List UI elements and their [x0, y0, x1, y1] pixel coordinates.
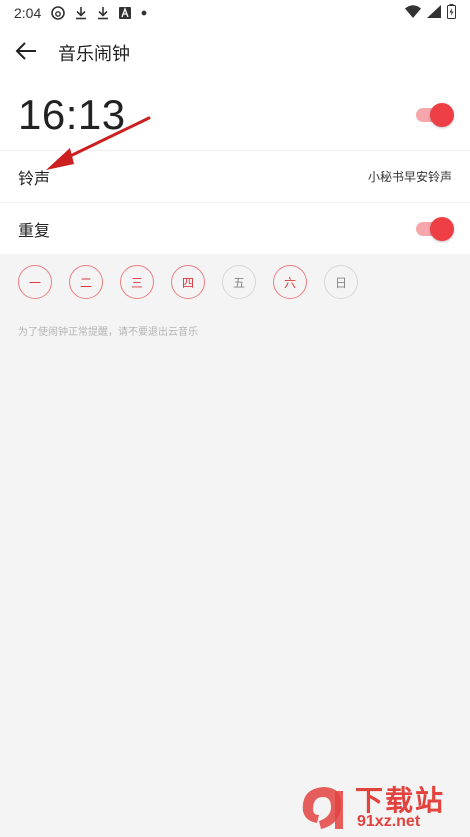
alarm-time-row: 16:13	[0, 80, 470, 150]
font-a-icon	[119, 7, 132, 19]
arrow-left-icon	[15, 41, 37, 65]
day-wednesday[interactable]: 三	[120, 265, 154, 299]
day-sunday[interactable]: 日	[324, 265, 358, 299]
download-icon	[75, 6, 87, 20]
day-friday[interactable]: 五	[222, 265, 256, 299]
alarm-enable-toggle[interactable]	[416, 103, 454, 127]
ringtone-label: 铃声	[18, 168, 51, 188]
dot-icon	[141, 10, 147, 16]
repeat-toggle[interactable]	[416, 217, 454, 241]
weekday-selector: 一 二 三 四 五 六 日	[18, 265, 358, 299]
top-bar: 音乐闹钟	[0, 26, 470, 80]
watermark-brand: 下载站	[355, 784, 446, 817]
watermark-logo-icon	[302, 787, 343, 829]
ringtone-row[interactable]: 铃声 小秘书早安铃声	[0, 150, 470, 202]
status-bar: 2:04	[0, 0, 470, 26]
watermark: 下载站 91xz.net	[295, 777, 470, 837]
ringtone-value: 小秘书早安铃声	[367, 170, 452, 184]
day-tuesday[interactable]: 二	[69, 265, 103, 299]
netease-cloud-music-icon	[51, 6, 66, 20]
battery-icon	[447, 3, 456, 23]
alarm-time[interactable]: 16:13	[18, 91, 126, 139]
day-monday[interactable]: 一	[18, 265, 52, 299]
day-thursday[interactable]: 四	[171, 265, 205, 299]
repeat-row: 重复	[0, 202, 470, 254]
toggle-knob	[430, 217, 454, 241]
day-saturday[interactable]: 六	[273, 265, 307, 299]
status-time: 2:04	[14, 5, 42, 21]
back-button[interactable]	[0, 26, 52, 80]
watermark-url: 91xz.net	[357, 813, 421, 830]
toggle-knob	[430, 103, 454, 127]
cellular-signal-icon	[427, 4, 441, 22]
repeat-label: 重复	[18, 220, 51, 240]
download-icon	[97, 6, 109, 20]
page-title: 音乐闹钟	[58, 44, 130, 65]
hint-text: 为了使闹钟正常提醒，请不要退出云音乐	[18, 327, 198, 338]
wifi-icon	[405, 4, 421, 22]
